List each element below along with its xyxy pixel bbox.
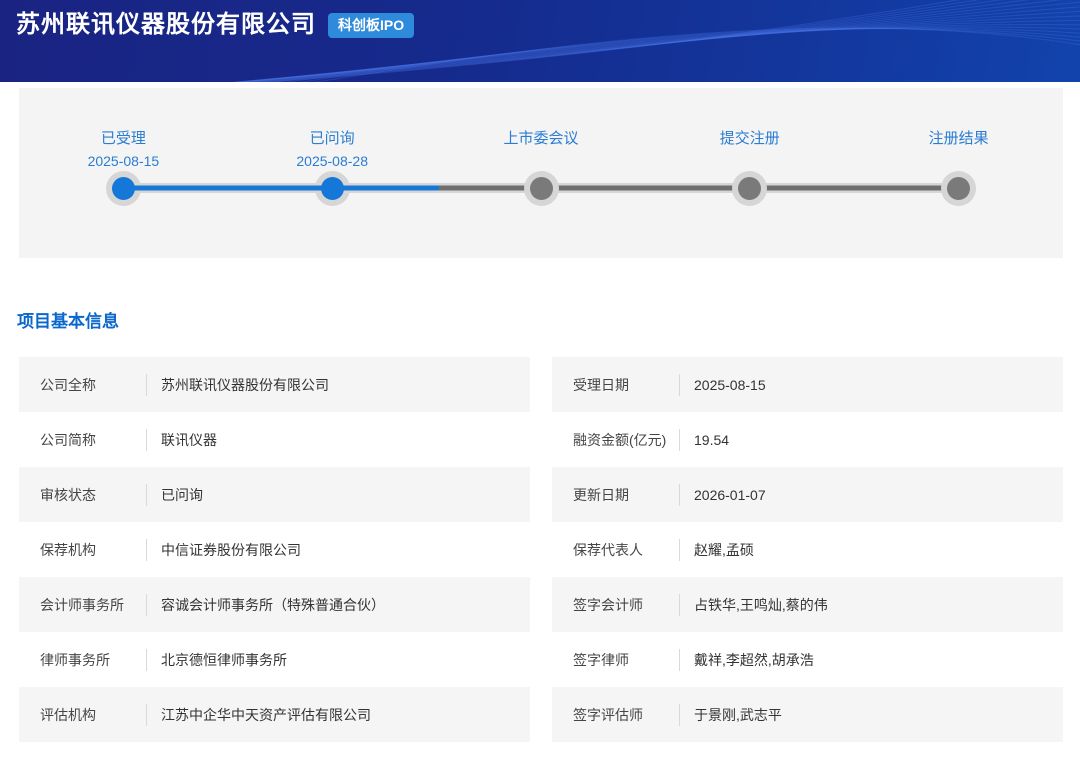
divider xyxy=(679,649,680,671)
stage-date xyxy=(874,151,1044,171)
info-table-left: 公司全称苏州联讯仪器股份有限公司公司简称联讯仪器审核状态已问询保荐机构中信证券股… xyxy=(19,357,530,742)
divider xyxy=(146,374,147,396)
info-row-value: 联讯仪器 xyxy=(161,430,217,450)
info-row-value: 戴祥,李超然,胡承浩 xyxy=(694,650,814,670)
info-row-label: 会计师事务所 xyxy=(19,595,146,615)
timeline-track-progress xyxy=(125,186,438,191)
info-row-label: 签字评估师 xyxy=(552,705,679,725)
info-row-value: 已问询 xyxy=(161,485,203,505)
stage-label: 上市委会议 xyxy=(456,128,626,149)
stage-date: 2025-08-15 xyxy=(38,151,208,171)
stage-dot-pending xyxy=(947,177,970,200)
info-row-value: 于景刚,武志平 xyxy=(694,705,782,725)
divider xyxy=(679,374,680,396)
info-row-value: 占铁华,王鸣灿,蔡的伟 xyxy=(694,595,828,615)
info-row-label: 更新日期 xyxy=(552,485,679,505)
info-row-value: 江苏中企华中天资产评估有限公司 xyxy=(161,705,371,725)
info-row-value: 2025-08-15 xyxy=(694,377,766,393)
info-row: 签字会计师占铁华,王鸣灿,蔡的伟 xyxy=(552,577,1063,632)
section-heading-basic-info: 项目基本信息 xyxy=(17,311,1080,333)
info-row: 会计师事务所容诚会计师事务所（特殊普通合伙） xyxy=(19,577,530,632)
info-row-value: 中信证券股份有限公司 xyxy=(161,540,301,560)
divider xyxy=(146,539,147,561)
info-row-label: 受理日期 xyxy=(552,375,679,395)
info-row: 签字评估师于景刚,武志平 xyxy=(552,687,1063,742)
info-row-value: 赵耀,孟硕 xyxy=(694,540,754,560)
divider xyxy=(679,594,680,616)
page-title: 苏州联讯仪器股份有限公司 xyxy=(16,11,316,39)
info-row: 律师事务所北京德恒律师事务所 xyxy=(19,632,530,687)
info-row: 保荐机构中信证券股份有限公司 xyxy=(19,522,530,577)
stage-label: 已问询 xyxy=(247,128,417,149)
info-row-value: 容诚会计师事务所（特殊普通合伙） xyxy=(161,595,385,615)
divider xyxy=(146,429,147,451)
info-row: 受理日期 2025-08-15 xyxy=(552,357,1063,412)
info-row-value: 北京德恒律师事务所 xyxy=(161,650,287,670)
stage-date: 2025-08-28 xyxy=(247,151,417,171)
divider xyxy=(679,484,680,506)
info-row: 融资金额(亿元) 19.54 xyxy=(552,412,1063,467)
divider xyxy=(146,649,147,671)
ipo-progress-timeline: 已受理2025-08-15 已问询2025-08-28 上市委会议 提交注册 注册结果 xyxy=(19,88,1063,258)
divider xyxy=(679,539,680,561)
info-row-label: 签字律师 xyxy=(552,650,679,670)
divider xyxy=(146,704,147,726)
info-row-label: 融资金额(亿元) xyxy=(552,430,679,450)
stage-dot-pending xyxy=(530,177,553,200)
info-row-label: 签字会计师 xyxy=(552,595,679,615)
board-ipo-badge: 科创板IPO xyxy=(328,13,414,38)
info-table-right: 受理日期 2025-08-15 融资金额(亿元) 19.54 更新日期 2026-01-0… xyxy=(552,357,1063,742)
info-row: 审核状态已问询 xyxy=(19,467,530,522)
stage-date xyxy=(456,151,626,171)
info-row-label: 律师事务所 xyxy=(19,650,146,670)
info-row-value: 2026-01-07 xyxy=(694,487,766,503)
info-row-label: 保荐代表人 xyxy=(552,540,679,560)
info-row-value: 19.54 xyxy=(694,432,729,448)
info-row: 公司全称苏州联讯仪器股份有限公司 xyxy=(19,357,530,412)
stage-label: 已受理 xyxy=(38,128,208,149)
info-row: 更新日期 2026-01-07 xyxy=(552,467,1063,522)
stage-label: 注册结果 xyxy=(874,128,1044,149)
stage-label: 提交注册 xyxy=(665,128,835,149)
info-row-label: 保荐机构 xyxy=(19,540,146,560)
info-row-label: 公司简称 xyxy=(19,430,146,450)
stage-dot-pending xyxy=(738,177,761,200)
basic-info-tables: 公司全称苏州联讯仪器股份有限公司公司简称联讯仪器审核状态已问询保荐机构中信证券股… xyxy=(19,357,1063,742)
stage-date xyxy=(665,151,835,171)
page-header: 苏州联讯仪器股份有限公司 科创板IPO xyxy=(0,0,1080,82)
info-row: 评估机构江苏中企华中天资产评估有限公司 xyxy=(19,687,530,742)
info-row-value: 苏州联讯仪器股份有限公司 xyxy=(161,375,329,395)
timeline-stage-3: 上市委会议 xyxy=(456,128,626,200)
info-row: 签字律师戴祥,李超然,胡承浩 xyxy=(552,632,1063,687)
timeline-stage-5: 注册结果 xyxy=(874,128,1044,200)
info-row-label: 公司全称 xyxy=(19,375,146,395)
info-row: 保荐代表人赵耀,孟硕 xyxy=(552,522,1063,577)
divider xyxy=(146,594,147,616)
divider xyxy=(679,429,680,451)
info-row-label: 审核状态 xyxy=(19,485,146,505)
divider xyxy=(146,484,147,506)
divider xyxy=(679,704,680,726)
timeline-stage-4: 提交注册 xyxy=(665,128,835,200)
info-row: 公司简称联讯仪器 xyxy=(19,412,530,467)
info-row-label: 评估机构 xyxy=(19,705,146,725)
